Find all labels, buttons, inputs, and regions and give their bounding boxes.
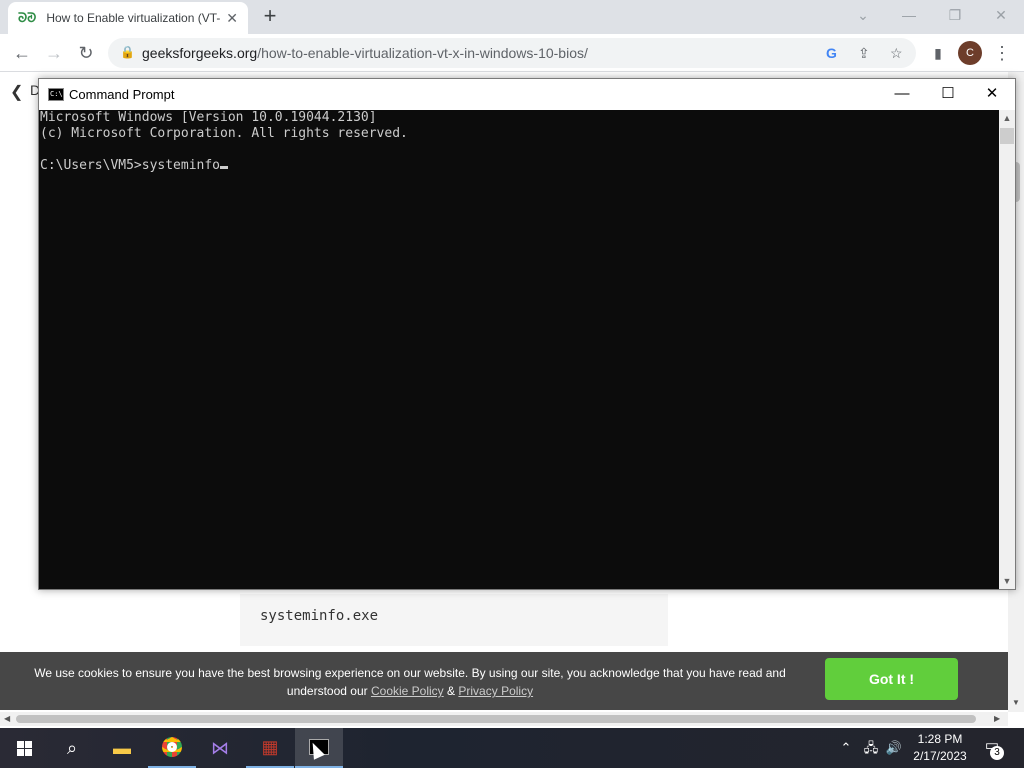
text-cursor (220, 166, 229, 169)
notification-center-icon[interactable]: ▭ 3 (980, 736, 1004, 760)
ampersand: & (447, 684, 456, 698)
command-prompt-window[interactable]: C:\ Command Prompt — ☐ ✕ Microsoft Windo… (38, 78, 1016, 590)
cookie-message: We use cookies to ensure you have the be… (20, 664, 800, 700)
clock-date: 2/17/2023 (913, 749, 967, 763)
chevron-up-icon[interactable]: ⌃ (836, 728, 856, 768)
console-line: (c) Microsoft Corporation. All rights re… (40, 126, 408, 141)
side-panel-icon[interactable]: ▮ (924, 40, 952, 66)
profile-avatar[interactable]: C (958, 41, 982, 65)
tab-search-icon[interactable]: ⌄ (840, 0, 886, 30)
console-scrollbar-thumb[interactable] (1000, 128, 1014, 144)
restore-browser-button[interactable]: ❐ (932, 0, 978, 30)
maximize-button[interactable]: ☐ (925, 79, 971, 110)
search-icon[interactable]: ⌕ (48, 728, 96, 768)
console-prompt-line: C:\Users\VM5>systeminfo (40, 158, 999, 174)
cmd-title: Command Prompt (69, 87, 175, 102)
chrome-icon[interactable] (148, 728, 196, 768)
windows-taskbar: ⌕ ▬ ⋈ ▦ ⌃ 🖧 🔊 1:28 PM 2/17/2023 ▭ 3 (0, 728, 1024, 768)
visual-studio-icon[interactable]: ⋈ (196, 728, 244, 768)
close-browser-button[interactable]: ✕ (978, 0, 1024, 30)
chevron-left-icon[interactable]: ❮ (10, 82, 23, 102)
got-it-button[interactable]: Got It ! (825, 658, 958, 700)
scrollbar-thumb[interactable] (16, 715, 976, 723)
console-line: ​ (40, 142, 999, 158)
console-scrollbar[interactable]: ▲ ▼ (999, 110, 1015, 589)
google-lens-icon[interactable]: G (826, 45, 837, 61)
close-button[interactable]: ✕ (969, 79, 1015, 110)
url-path: /how-to-enable-virtualization-vt-x-in-wi… (257, 45, 588, 61)
address-bar[interactable]: 🔒 geeksforgeeks.org/how-to-enable-virtua… (108, 38, 916, 68)
privacy-policy-link[interactable]: Privacy Policy (458, 684, 533, 698)
scroll-down-icon[interactable]: ▼ (999, 573, 1015, 589)
bookmark-star-icon[interactable]: ☆ (890, 45, 903, 62)
minimize-button[interactable]: — (879, 79, 925, 110)
windows-logo-icon (16, 740, 32, 756)
winrar-icon[interactable]: ▦ (246, 728, 294, 768)
cookie-policy-link[interactable]: Cookie Policy (371, 684, 444, 698)
cookie-banner: We use cookies to ensure you have the be… (0, 652, 1008, 710)
console-output[interactable]: Microsoft Windows [Version 10.0.19044.21… (39, 110, 999, 589)
network-icon[interactable]: 🖧 (860, 728, 882, 768)
scroll-right-icon[interactable]: ▶ (994, 714, 1000, 723)
close-tab-icon[interactable]: ✕ (226, 10, 238, 27)
reload-icon[interactable]: ↻ (72, 40, 100, 66)
file-explorer-icon[interactable]: ▬ (98, 728, 146, 768)
page-horizontal-scrollbar[interactable]: ◀ ▶ (0, 712, 1008, 726)
minimize-browser-button[interactable]: — (886, 0, 932, 30)
url-text[interactable]: geeksforgeeks.org/how-to-enable-virtuali… (142, 45, 588, 61)
new-tab-button[interactable]: + (258, 4, 282, 28)
console-command: C:\Users\VM5>systeminfo (40, 158, 221, 173)
volume-icon[interactable]: 🔊 (884, 728, 904, 768)
browser-tab[interactable]: ᘐᘑ How to Enable virtualization (VT- ✕ (8, 2, 248, 34)
console-line: Microsoft Windows [Version 10.0.19044.21… (40, 110, 377, 125)
share-icon[interactable]: ⇪ (858, 45, 870, 62)
lock-icon[interactable]: 🔒 (120, 45, 135, 59)
tab-title: How to Enable virtualization (VT- (46, 11, 221, 25)
geeksforgeeks-logo-icon: ᘐᘑ (18, 10, 37, 25)
url-domain: geeksforgeeks.org (142, 45, 258, 61)
cmd-title-bar[interactable]: C:\ Command Prompt — ☐ ✕ (39, 79, 1015, 110)
notification-badge: 3 (990, 746, 1004, 760)
scroll-left-icon[interactable]: ◀ (4, 714, 10, 723)
system-clock[interactable]: 1:28 PM 2/17/2023 (905, 731, 975, 765)
scroll-up-icon[interactable]: ▲ (999, 110, 1015, 126)
browser-toolbar: ← → ↻ 🔒 geeksforgeeks.org/how-to-enable-… (0, 34, 1024, 72)
forward-arrow-icon[interactable]: → (40, 40, 68, 66)
code-block: systeminfo.exe (240, 594, 668, 646)
cmd-app-icon[interactable]: C:\ (48, 88, 64, 101)
scroll-down-icon[interactable]: ▼ (1012, 698, 1020, 707)
clock-time: 1:28 PM (917, 732, 963, 746)
menu-kebab-icon[interactable]: ⋮ (988, 40, 1016, 66)
browser-tab-strip: ᘐᘑ How to Enable virtualization (VT- ✕ +… (0, 0, 1024, 34)
start-button[interactable] (0, 728, 48, 768)
back-arrow-icon[interactable]: ← (8, 40, 36, 66)
